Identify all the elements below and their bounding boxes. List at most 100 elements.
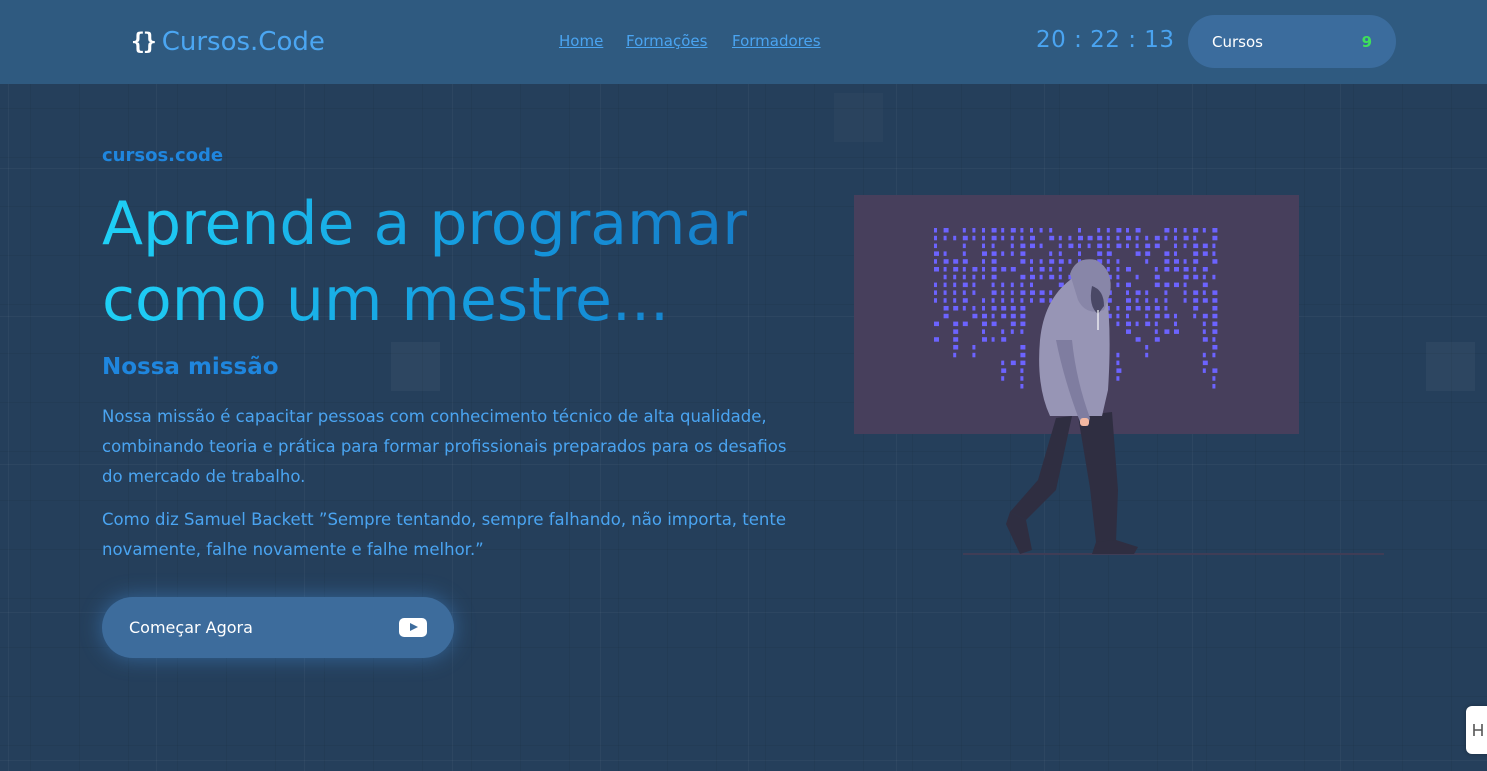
matrix-glyph bbox=[1010, 360, 1016, 366]
matrix-glyph bbox=[953, 329, 959, 334]
matrix-glyph bbox=[1020, 235, 1024, 241]
matrix-glyph bbox=[972, 282, 976, 288]
matrix-glyph bbox=[1010, 251, 1014, 256]
start-now-button[interactable]: Começar Agora bbox=[102, 597, 454, 658]
matrix-glyph bbox=[1001, 368, 1007, 373]
matrix-glyph bbox=[934, 243, 937, 249]
matrix-glyph bbox=[1212, 384, 1216, 389]
matrix-glyph bbox=[972, 290, 976, 295]
nav-formacoes[interactable]: Formações bbox=[626, 32, 707, 50]
nav-home[interactable]: Home bbox=[559, 32, 603, 50]
matrix-glyph bbox=[1145, 321, 1151, 327]
matrix-glyph bbox=[1030, 274, 1035, 280]
matrix-glyph bbox=[1193, 251, 1199, 256]
headline-line-1: Aprende a programar bbox=[102, 189, 747, 259]
matrix-glyph bbox=[1145, 251, 1151, 256]
matrix-glyph bbox=[1001, 235, 1005, 241]
youtube-play-icon bbox=[399, 618, 427, 637]
matrix-glyph bbox=[1078, 251, 1081, 256]
matrix-glyph bbox=[1020, 282, 1024, 288]
matrix-glyph bbox=[1116, 267, 1120, 272]
matrix-glyph bbox=[1212, 368, 1218, 373]
matrix-glyph bbox=[962, 274, 966, 280]
matrix-glyph bbox=[1030, 267, 1033, 272]
matrix-glyph bbox=[1212, 298, 1218, 303]
cursos-button[interactable]: Cursos 9 bbox=[1188, 15, 1396, 68]
matrix-glyph bbox=[1078, 235, 1083, 241]
matrix-glyph bbox=[972, 313, 978, 319]
hero-headline: Aprende a programar como um mestre... bbox=[102, 186, 802, 338]
matrix-glyph bbox=[943, 235, 947, 241]
hacker-matrix-illustration bbox=[854, 195, 1384, 555]
matrix-glyph bbox=[1030, 228, 1033, 233]
matrix-glyph bbox=[982, 313, 987, 319]
matrix-glyph bbox=[1135, 235, 1139, 241]
logo[interactable]: {} Cursos.Code bbox=[131, 25, 325, 59]
matrix-glyph bbox=[1183, 298, 1187, 303]
matrix-glyph bbox=[972, 267, 978, 272]
matrix-glyph bbox=[1020, 384, 1024, 389]
matrix-glyph bbox=[1068, 243, 1074, 249]
matrix-glyph bbox=[1058, 251, 1062, 256]
matrix-glyph bbox=[1001, 267, 1007, 272]
matrix-glyph bbox=[1202, 267, 1208, 272]
headline-line-2: como um mestre... bbox=[102, 265, 670, 335]
matrix-glyph bbox=[1001, 337, 1007, 342]
matrix-glyph bbox=[962, 321, 968, 327]
matrix-glyph bbox=[1126, 235, 1131, 241]
matrix-glyph bbox=[1193, 259, 1199, 264]
matrix-glyph bbox=[943, 228, 949, 233]
mission-title: Nossa missão bbox=[102, 354, 279, 380]
matrix-glyph bbox=[982, 274, 985, 280]
background-tile bbox=[391, 342, 440, 391]
matrix-glyph bbox=[1193, 267, 1197, 272]
matrix-glyph bbox=[1126, 267, 1131, 272]
nav-formadores[interactable]: Formadores bbox=[732, 32, 821, 50]
matrix-glyph bbox=[1039, 290, 1045, 295]
matrix-glyph bbox=[1106, 251, 1112, 256]
matrix-glyph bbox=[1058, 267, 1062, 272]
matrix-glyph bbox=[1183, 290, 1187, 295]
matrix-glyph bbox=[934, 282, 937, 288]
matrix-glyph bbox=[1174, 228, 1177, 233]
matrix-glyph bbox=[953, 352, 957, 358]
matrix-glyph bbox=[1135, 337, 1141, 342]
matrix-glyph bbox=[1097, 251, 1103, 256]
matrix-glyph bbox=[1145, 243, 1151, 249]
matrix-glyph bbox=[953, 274, 957, 280]
matrix-glyph bbox=[962, 228, 966, 233]
matrix-glyph bbox=[1020, 298, 1024, 303]
side-widget-tab[interactable] bbox=[1466, 706, 1487, 754]
matrix-glyph bbox=[972, 345, 976, 350]
matrix-glyph bbox=[1116, 376, 1120, 381]
matrix-glyph bbox=[953, 337, 959, 342]
matrix-glyph bbox=[1058, 259, 1064, 264]
matrix-glyph bbox=[1010, 235, 1014, 241]
matrix-glyph bbox=[962, 306, 966, 311]
matrix-glyph bbox=[1020, 329, 1024, 334]
matrix-glyph bbox=[1212, 251, 1216, 256]
matrix-glyph bbox=[1154, 313, 1160, 319]
matrix-glyph bbox=[1116, 282, 1120, 288]
matrix-glyph bbox=[1078, 228, 1081, 233]
code-braces-icon: {} bbox=[131, 29, 157, 55]
matrix-glyph bbox=[1030, 290, 1035, 295]
start-now-label: Começar Agora bbox=[129, 618, 253, 637]
matrix-glyph bbox=[943, 313, 949, 319]
matrix-glyph bbox=[1058, 243, 1062, 249]
matrix-glyph bbox=[1154, 321, 1158, 327]
matrix-glyph bbox=[934, 267, 939, 272]
matrix-glyph bbox=[1135, 251, 1141, 256]
matrix-glyph bbox=[1145, 259, 1149, 264]
clock: 20 : 22 : 13 bbox=[1036, 27, 1175, 53]
matrix-glyph bbox=[1039, 274, 1043, 280]
matrix-glyph bbox=[953, 321, 959, 327]
matrix-glyph bbox=[1193, 228, 1199, 233]
matrix-glyph bbox=[1202, 290, 1206, 295]
matrix-glyph bbox=[1039, 243, 1043, 249]
cursos-count-badge: 9 bbox=[1361, 32, 1372, 51]
matrix-glyph bbox=[943, 274, 947, 280]
matrix-glyph bbox=[1106, 259, 1110, 264]
matrix-glyph bbox=[1078, 243, 1081, 249]
matrix-glyph bbox=[972, 352, 976, 358]
